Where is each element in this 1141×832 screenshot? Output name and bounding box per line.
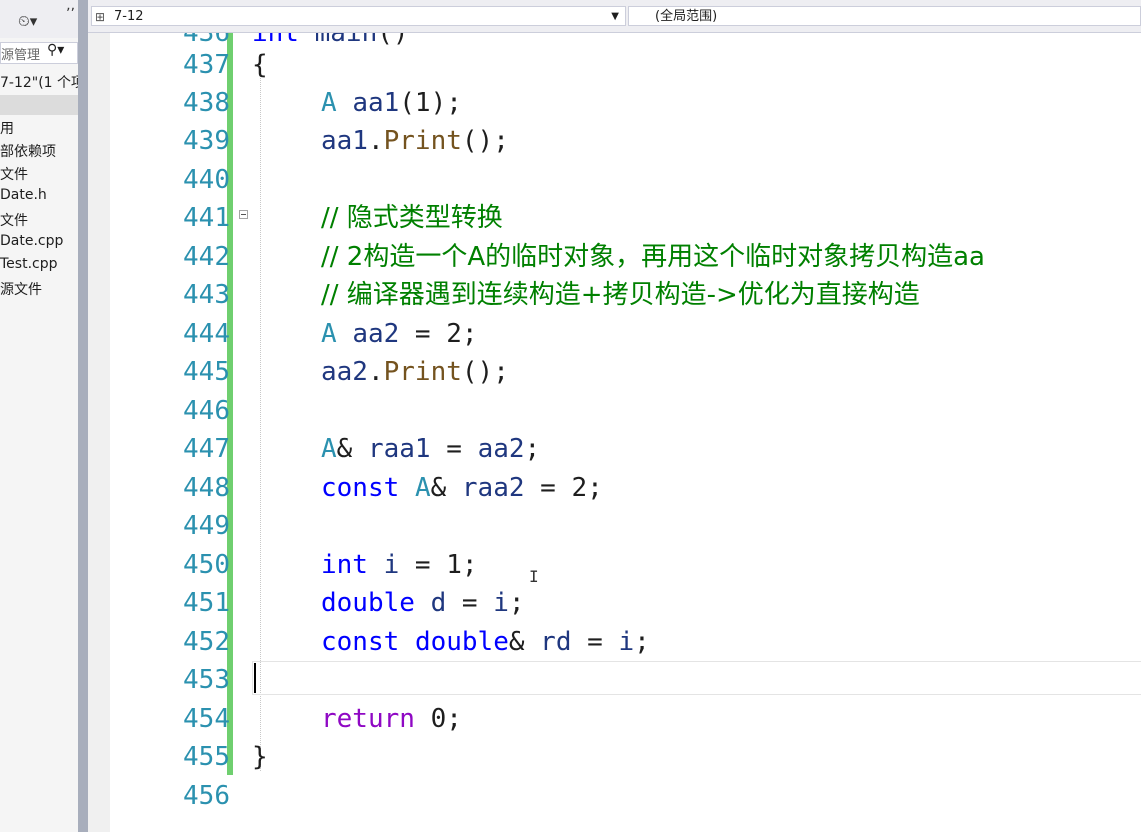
code-line[interactable]: // 2构造一个A的临时对象，再用这个临时对象拷贝构造aa <box>321 238 985 276</box>
tree-item[interactable]: 源文件 <box>0 279 42 299</box>
code-token: rd <box>540 627 572 657</box>
code-token: i <box>383 550 400 580</box>
history-icon[interactable]: ⏲▾ <box>18 12 37 30</box>
current-line-highlight <box>252 661 1141 695</box>
line-number: 449 <box>183 511 230 541</box>
tree-item[interactable]: Date.cpp <box>0 233 63 249</box>
code-line[interactable]: A aa1(1); <box>321 84 462 122</box>
code-token: main <box>314 33 378 48</box>
code-line[interactable]: double d = i; <box>321 584 525 622</box>
line-number: 444 <box>183 319 230 349</box>
code-token: int <box>321 550 368 580</box>
editor-margin <box>88 33 110 832</box>
more-icon[interactable]: ʼʼ <box>66 6 75 22</box>
code-line[interactable]: // 隐式类型转换 <box>321 199 503 237</box>
collapse-icon[interactable] <box>239 210 248 219</box>
line-number: 456 <box>183 781 230 811</box>
line-number: 448 <box>183 473 230 503</box>
code-token: raa2 <box>461 473 525 503</box>
line-number: 445 <box>183 357 230 387</box>
code-line[interactable]: A& raa1 = aa2; <box>321 430 540 468</box>
project-combo[interactable]: ⊞ 7-12 ▼ <box>91 6 626 26</box>
project-combo-label: 7-12 <box>114 9 144 24</box>
tree-item[interactable]: Test.cpp <box>0 256 58 272</box>
line-number: 437 <box>183 50 230 80</box>
solution-explorer-toolbar: ⏲▾ ʼʼ <box>0 0 80 38</box>
line-number: 453 <box>183 665 230 695</box>
line-number: 446 <box>183 396 230 426</box>
code-token: return <box>321 704 415 734</box>
code-token: A <box>321 434 337 464</box>
tree-item[interactable]: 文件 <box>0 164 28 184</box>
code-token: aa2 <box>477 434 525 464</box>
code-token: aa2 <box>321 357 368 387</box>
line-number: 440 <box>183 165 230 195</box>
code-line[interactable]: } <box>252 738 268 776</box>
code-line[interactable]: return 0; <box>321 700 462 738</box>
code-token: Print <box>383 126 462 156</box>
tree-item[interactable]: Date.h <box>0 187 47 203</box>
code-line[interactable]: A aa2 = 2; <box>321 315 478 353</box>
line-number: 438 <box>183 88 230 118</box>
code-line[interactable]: { <box>252 46 268 84</box>
scope-combo-label: (全局范围) <box>655 9 718 24</box>
search-icon[interactable]: ⚲▾ <box>47 42 64 58</box>
search-label: 源管理 <box>1 48 41 63</box>
chevron-down-icon[interactable]: ▼ <box>611 7 619 27</box>
code-token: const <box>321 473 400 503</box>
line-number: 450 <box>183 550 230 580</box>
line-number: 439 <box>183 126 230 156</box>
line-number: 454 <box>183 704 230 734</box>
code-token: i <box>618 627 635 657</box>
code-line[interactable]: int i = 1; <box>321 546 478 584</box>
project-icon: ⊞ <box>95 10 106 24</box>
code-token: double <box>321 588 415 618</box>
tree-item[interactable]: 文件 <box>0 210 28 230</box>
scope-combo[interactable]: (全局范围) <box>628 6 1141 26</box>
ibeam-cursor-icon: I <box>529 567 539 586</box>
code-line[interactable]: int main() <box>252 33 409 52</box>
code-line[interactable]: aa1.Print(); <box>321 122 509 160</box>
line-number: 441 <box>183 203 230 233</box>
code-token: double <box>414 627 509 657</box>
code-token: A <box>321 88 337 118</box>
code-line[interactable]: const A& raa2 = 2; <box>321 469 603 507</box>
code-comment: // 2构造一个A的临时对象，再用这个临时对象拷贝构造aa <box>321 242 985 272</box>
tree-item[interactable]: 用 <box>0 118 14 138</box>
tree-item[interactable]: 部依赖项 <box>0 141 56 161</box>
text-caret <box>254 663 256 693</box>
line-number: 452 <box>183 627 230 657</box>
solution-explorer-panel: ⏲▾ ʼʼ 源管理 ⚲▾ 7-12"(1 个项 用 部依赖项 文件 Date.h… <box>0 0 80 832</box>
line-number: 442 <box>183 242 230 272</box>
code-editor[interactable]: I 436 437 438 439 440 441 442 443 444 44… <box>88 33 1141 832</box>
line-number: 443 <box>183 280 230 310</box>
panel-splitter[interactable] <box>78 0 88 832</box>
solution-node[interactable]: 7-12"(1 个项 <box>0 72 80 92</box>
project-node-selected[interactable] <box>0 95 78 115</box>
code-line[interactable]: const double& rd = i; <box>321 623 650 661</box>
code-token: A <box>414 473 431 503</box>
code-token: raa1 <box>367 434 431 464</box>
code-token: d <box>430 588 447 618</box>
code-token: aa2 <box>352 319 400 349</box>
code-token: aa1 <box>321 126 368 156</box>
code-token: A <box>321 319 337 349</box>
line-number: 447 <box>183 434 230 464</box>
code-line[interactable]: aa2.Print(); <box>321 353 509 391</box>
editor-navigation-bar: ⊞ 7-12 ▼ (全局范围) <box>88 0 1141 33</box>
search-solution-box[interactable]: 源管理 ⚲▾ <box>0 42 78 64</box>
line-number: 455 <box>183 742 230 772</box>
code-token: Print <box>383 357 462 387</box>
code-token: i <box>493 588 509 618</box>
code-comment: // 编译器遇到连续构造+拷贝构造->优化为直接构造 <box>321 280 920 310</box>
code-line[interactable]: // 编译器遇到连续构造+拷贝构造->优化为直接构造 <box>321 276 920 314</box>
code-token: const <box>321 627 400 657</box>
line-number: 451 <box>183 588 230 618</box>
code-comment: // 隐式类型转换 <box>321 203 503 233</box>
code-token: aa1 <box>352 88 400 118</box>
